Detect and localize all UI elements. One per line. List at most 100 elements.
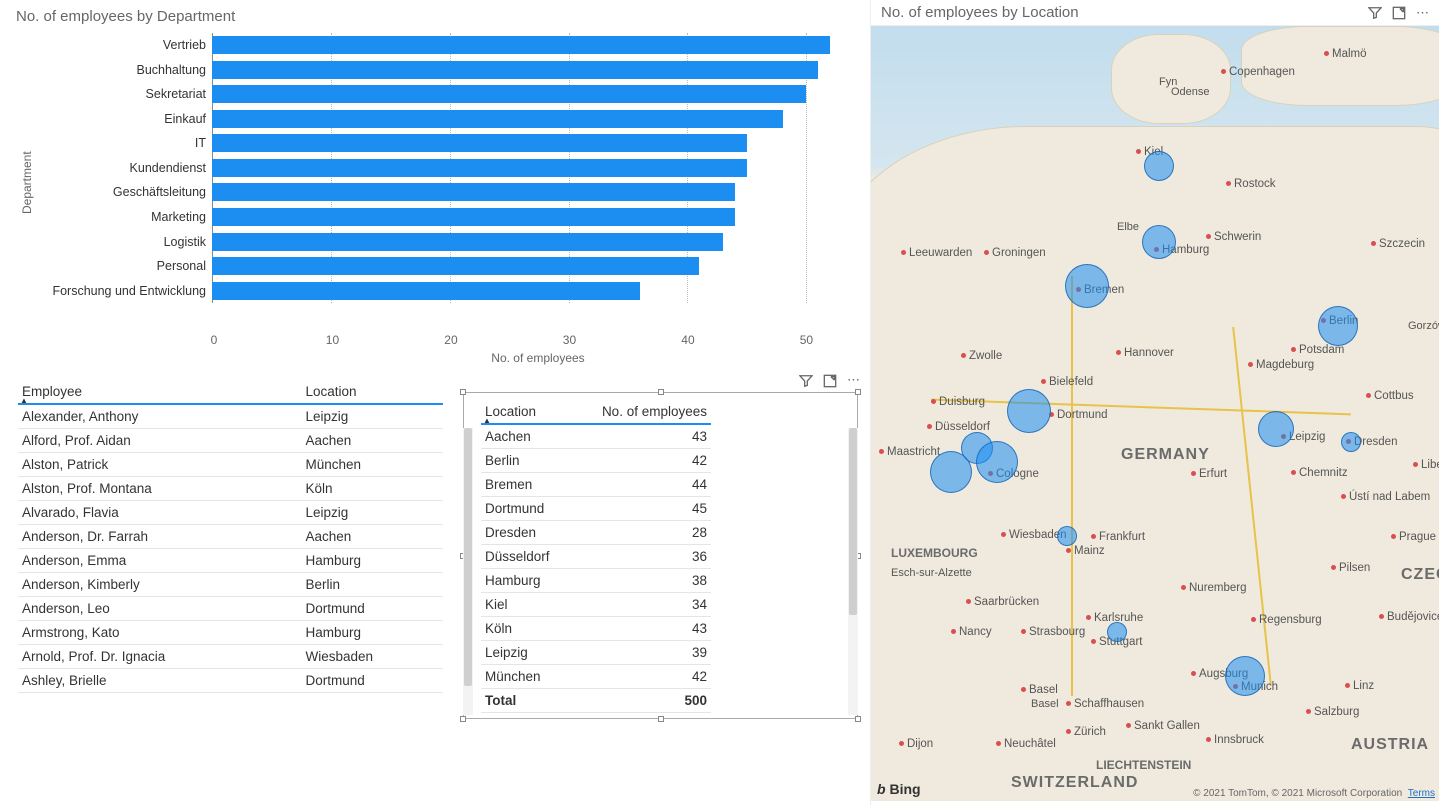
y-tick-label: Vertrieb — [163, 38, 206, 52]
table-row[interactable]: Berlin42 — [481, 449, 711, 473]
col-count-label: No. of employees — [602, 404, 707, 419]
table-row[interactable]: Ashley, BrielleDortmund — [18, 669, 443, 693]
x-tick-label: 30 — [563, 333, 576, 347]
map-canvas[interactable]: b Bing © 2021 TomTom, © 2021 Microsoft C… — [871, 26, 1439, 801]
table-row[interactable]: Kiel34 — [481, 593, 711, 617]
col-loc[interactable]: Location▲ — [481, 398, 571, 424]
table-row[interactable]: Anderson, EmmaHamburg — [18, 549, 443, 573]
bing-logo: b Bing — [877, 781, 921, 797]
chart-plot-area[interactable] — [212, 33, 842, 303]
cell-employee: Alston, Prof. Montana — [18, 477, 301, 501]
scrollbar-left[interactable] — [463, 428, 473, 715]
map-visual[interactable]: No. of employees by Location ⋯ b Bing © … — [870, 0, 1439, 805]
cell-employee: Anderson, Kimberly — [18, 573, 301, 597]
col-location[interactable]: Location — [301, 378, 443, 404]
table-row[interactable]: Bremen44 — [481, 473, 711, 497]
table-row[interactable]: Armstrong, KatoHamburg — [18, 621, 443, 645]
cell-location: Leipzig — [301, 404, 443, 429]
cell-location: München — [301, 453, 443, 477]
focus-mode-icon[interactable] — [1392, 5, 1406, 21]
x-tick-label: 20 — [444, 333, 457, 347]
chart-employees-by-department[interactable]: No. of employees by Department Departmen… — [0, 0, 870, 370]
table-row[interactable]: Alvarado, FlaviaLeipzig — [18, 501, 443, 525]
table-row[interactable]: Leipzig39 — [481, 641, 711, 665]
map-bubble[interactable] — [1142, 225, 1176, 259]
cell-count: 42 — [571, 449, 711, 473]
x-tick-label: 40 — [681, 333, 694, 347]
cell-location: Köln — [481, 617, 571, 641]
col-employee[interactable]: Employee▲ — [18, 378, 301, 404]
chart-bar[interactable] — [212, 282, 640, 300]
scrollbar[interactable] — [848, 428, 858, 715]
table-row[interactable]: Arnold, Prof. Dr. IgnaciaWiesbaden — [18, 645, 443, 669]
cell-location: Aachen — [301, 429, 443, 453]
table-row[interactable]: Hamburg38 — [481, 569, 711, 593]
more-options-icon[interactable]: ⋯ — [1416, 5, 1429, 21]
x-axis-label: No. of employees — [214, 351, 862, 365]
map-bubble[interactable] — [1318, 306, 1358, 346]
employee-table-visual[interactable]: Employee▲ Location Alexander, AnthonyLei… — [0, 370, 455, 805]
map-bubble[interactable] — [1065, 264, 1109, 308]
chart-bar[interactable] — [212, 36, 830, 54]
y-axis-label: Department — [16, 33, 38, 333]
cell-location: Dortmund — [301, 669, 443, 693]
cell-location: Berlin — [301, 573, 443, 597]
y-tick-label: Geschäftsleitung — [113, 185, 206, 199]
chart-bar[interactable] — [212, 110, 783, 128]
total-label: Total — [481, 689, 571, 713]
map-bubble[interactable] — [1258, 411, 1294, 447]
chart-bar[interactable] — [212, 208, 735, 226]
scrollbar-thumb[interactable] — [849, 428, 857, 615]
chart-bar[interactable] — [212, 257, 699, 275]
cell-location: München — [481, 665, 571, 689]
cell-location: Aachen — [301, 525, 443, 549]
chart-bar[interactable] — [212, 134, 747, 152]
sort-asc-icon: ▲ — [20, 396, 28, 405]
chart-bar[interactable] — [212, 61, 818, 79]
x-tick-label: 10 — [326, 333, 339, 347]
sort-asc-icon: ▲ — [483, 416, 491, 425]
chart-bar[interactable] — [212, 233, 723, 251]
chart-bar[interactable] — [212, 183, 735, 201]
cell-count: 36 — [571, 545, 711, 569]
table-row[interactable]: Alford, Prof. AidanAachen — [18, 429, 443, 453]
cell-location: Hamburg — [481, 569, 571, 593]
table-row[interactable]: München42 — [481, 665, 711, 689]
table-row[interactable]: Alston, Prof. MontanaKöln — [18, 477, 443, 501]
cell-employee: Ashley, Brielle — [18, 669, 301, 693]
table-row[interactable]: Alexander, AnthonyLeipzig — [18, 404, 443, 429]
location-table[interactable]: Location▲ No. of employees Aachen43Berli… — [481, 398, 711, 713]
y-tick-label: Sekretariat — [146, 87, 206, 101]
scrollbar-thumb[interactable] — [464, 428, 472, 686]
table-row[interactable]: Köln43 — [481, 617, 711, 641]
chart-bar[interactable] — [212, 85, 806, 103]
location-table-visual[interactable]: ⋯ Location▲ No. of employees — [455, 370, 870, 805]
table-row[interactable]: Anderson, LeoDortmund — [18, 597, 443, 621]
map-bubble[interactable] — [1057, 526, 1077, 546]
map-bubble[interactable] — [1144, 151, 1174, 181]
cell-count: 43 — [571, 617, 711, 641]
table-row[interactable]: Düsseldorf36 — [481, 545, 711, 569]
cell-location: Wiesbaden — [301, 645, 443, 669]
col-count[interactable]: No. of employees — [571, 398, 711, 424]
cell-location: Dortmund — [481, 497, 571, 521]
table-row[interactable]: Aachen43 — [481, 424, 711, 449]
map-bubble[interactable] — [930, 451, 972, 493]
map-bubble[interactable] — [976, 441, 1018, 483]
table-row[interactable]: Alston, PatrickMünchen — [18, 453, 443, 477]
table-row[interactable]: Dortmund45 — [481, 497, 711, 521]
map-bubble[interactable] — [1341, 432, 1361, 452]
table-row[interactable]: Anderson, Dr. FarrahAachen — [18, 525, 443, 549]
chart-title: No. of employees by Department — [16, 8, 862, 25]
map-bubble[interactable] — [1225, 656, 1265, 696]
map-bubble[interactable] — [1107, 622, 1127, 642]
table-row[interactable]: Anderson, KimberlyBerlin — [18, 573, 443, 597]
filter-icon[interactable] — [1368, 5, 1382, 21]
employee-table[interactable]: Employee▲ Location Alexander, AnthonyLei… — [18, 378, 443, 693]
cell-location: Hamburg — [301, 549, 443, 573]
terms-link[interactable]: Terms — [1408, 788, 1435, 799]
chart-bar[interactable] — [212, 159, 747, 177]
map-bubble[interactable] — [1007, 389, 1051, 433]
x-tick-label: 50 — [800, 333, 813, 347]
table-row[interactable]: Dresden28 — [481, 521, 711, 545]
